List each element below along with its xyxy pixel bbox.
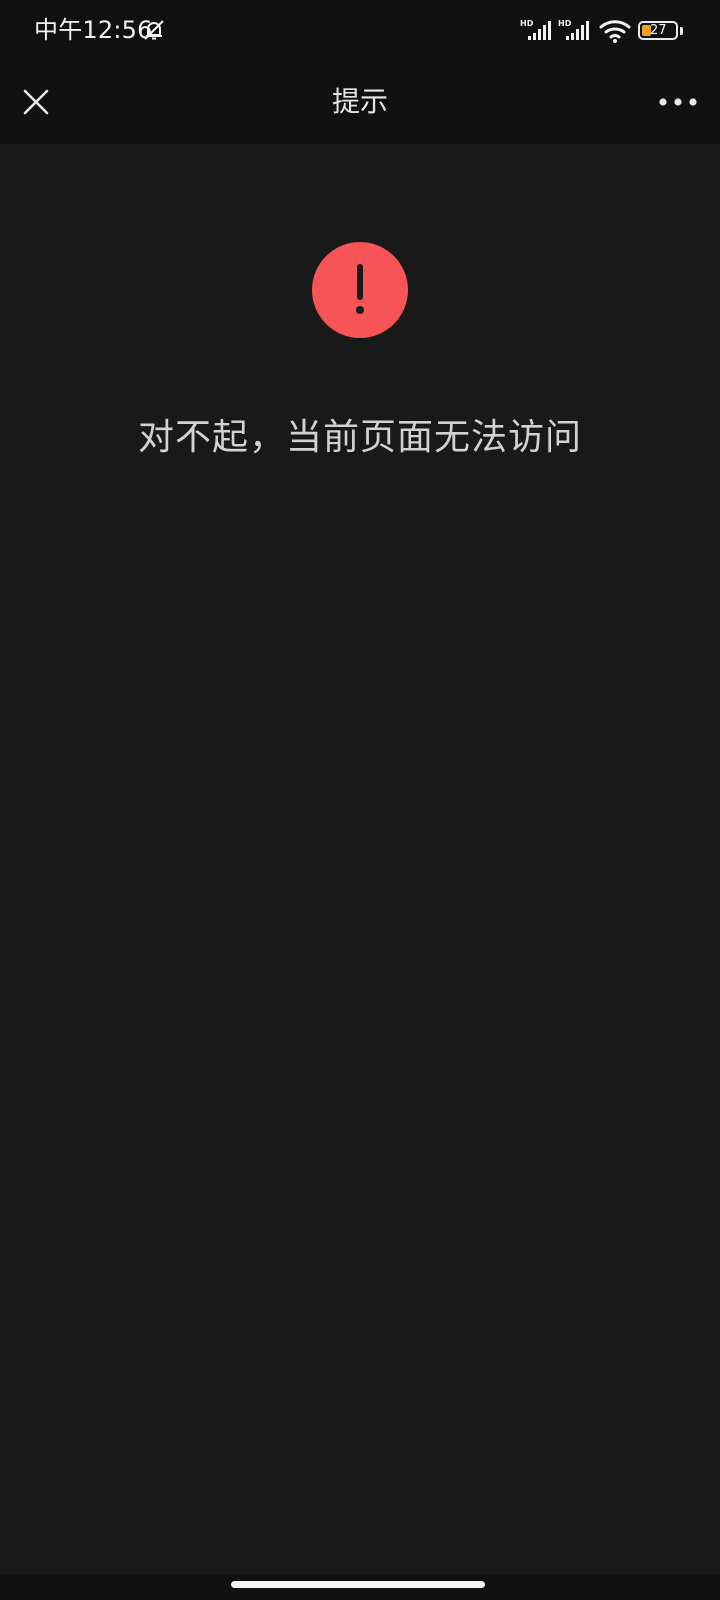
svg-text:HD: HD [520,19,534,28]
svg-text:HD: HD [558,19,572,28]
status-bar: 中午12:56 HD HD 27 [0,0,720,60]
page-title: 提示 [331,85,388,118]
gesture-bar [0,1574,720,1600]
more-button[interactable] [650,80,706,124]
home-indicator[interactable] [231,1581,485,1588]
wifi-icon [598,18,632,44]
dnd-bell-off-icon [142,18,166,42]
app-screen: 中午12:56 HD HD 27 提示 对不起，当前页面无法访问 [0,0,720,1600]
error-message: 对不起，当前页面无法访问 [137,417,582,458]
battery-tip [680,27,683,35]
more-dots-icon [659,98,697,106]
battery-icon: 27 [638,21,678,40]
error-content: 对不起，当前页面无法访问 [0,144,720,1574]
status-time: 中午12:56 [34,16,153,44]
nav-bar: 提示 [0,60,720,144]
status-icons: HD HD 27 [520,0,720,60]
hd-signal-icon: HD [520,18,554,42]
battery-level: 27 [650,23,667,38]
hd-signal-icon: HD [558,18,592,42]
warning-exclamation-icon [312,242,408,338]
